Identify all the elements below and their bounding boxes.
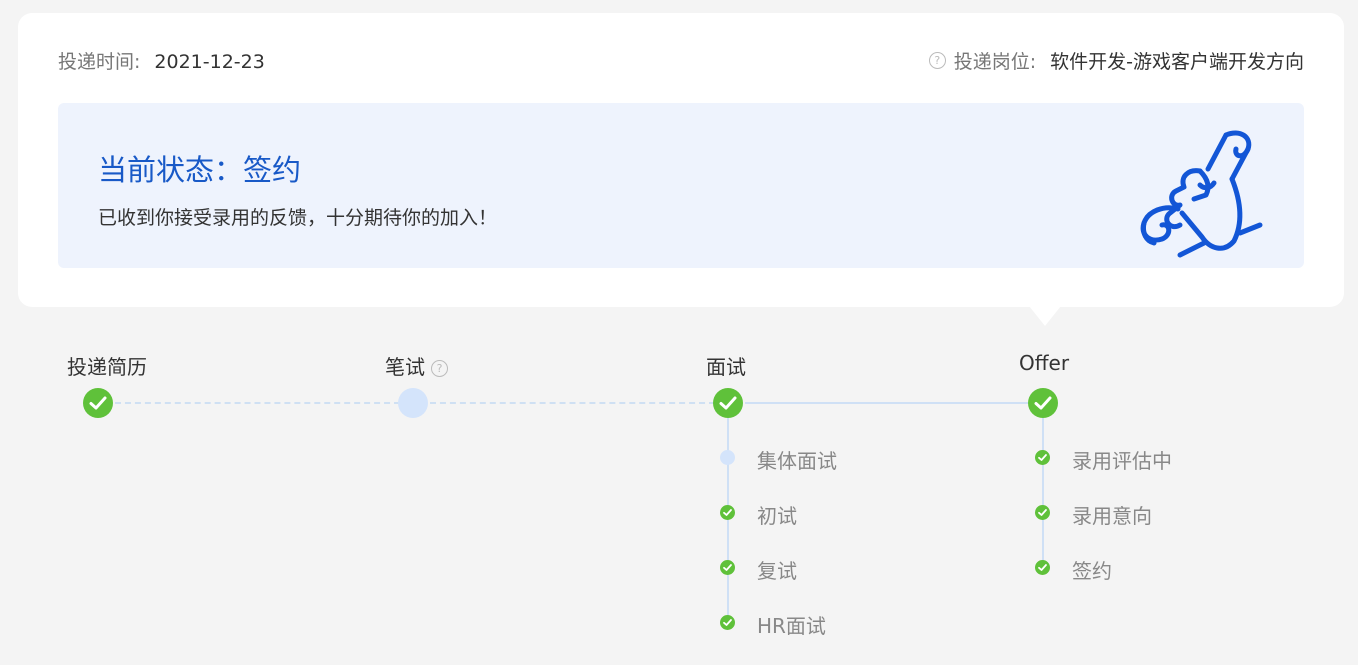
offer-substep-line xyxy=(1042,418,1044,568)
step-label-offer: Offer xyxy=(1019,351,1070,375)
substep-done-check-icon xyxy=(720,560,735,575)
substep-done-check-icon xyxy=(1035,560,1050,575)
step-label-interview: 面试 xyxy=(706,355,746,379)
interview-substep-second: 复试 xyxy=(757,559,797,583)
step-done-check-icon xyxy=(1028,388,1058,418)
applied-position-value: 软件开发-游戏客户端开发方向 xyxy=(1050,51,1304,73)
handshake-scroll-icon xyxy=(1140,130,1263,258)
question-circle-icon[interactable]: ? xyxy=(431,360,448,377)
interview-substep-line xyxy=(727,418,729,622)
application-card: 投递时间: 2021-12-23 ? 投递岗位: 软件开发-游戏客户端开发方向 当前… xyxy=(18,13,1344,307)
applied-position-label: 投递岗位: xyxy=(953,51,1037,73)
status-description: 已收到你接受录用的反馈，十分期待你的加入！ xyxy=(98,207,498,229)
substep-done-check-icon xyxy=(720,615,735,630)
connector-written-interview xyxy=(430,402,715,404)
step-done-check-icon xyxy=(713,388,743,418)
substep-done-check-icon xyxy=(1035,505,1050,520)
offer-substep-evaluation: 录用评估中 xyxy=(1072,449,1172,473)
status-panel: 当前状态：签约 已收到你接受录用的反馈，十分期待你的加入！ xyxy=(58,103,1304,268)
interview-substep-group: 集体面试 xyxy=(757,449,837,473)
step-label-written-test: 笔试? xyxy=(385,351,448,380)
step-label-resume: 投递简历 xyxy=(67,355,147,379)
applied-position: ? 投递岗位: 软件开发-游戏客户端开发方向 xyxy=(928,47,1304,74)
status-pointer xyxy=(1029,306,1061,326)
submit-date-label: 投递时间: xyxy=(58,51,141,73)
offer-substep-intent: 录用意向 xyxy=(1072,504,1152,528)
substep-pending-dot-icon xyxy=(720,450,735,465)
submit-date-value: 2021-12-23 xyxy=(154,51,265,73)
step-label-written-test-text: 笔试 xyxy=(385,355,425,379)
substep-done-check-icon xyxy=(720,505,735,520)
connector-interview-offer xyxy=(745,402,1030,404)
interview-substep-hr: HR面试 xyxy=(757,614,826,638)
offer-substep-signed: 签约 xyxy=(1072,559,1112,583)
connector-resume-written xyxy=(115,402,400,404)
status-title: 当前状态：签约 xyxy=(98,153,302,187)
submit-date: 投递时间: 2021-12-23 xyxy=(58,47,265,74)
step-done-check-icon xyxy=(83,388,113,418)
question-circle-icon[interactable]: ? xyxy=(928,52,946,69)
step-pending-dot-icon xyxy=(398,388,428,418)
interview-substep-first: 初试 xyxy=(757,504,797,528)
substep-done-check-icon xyxy=(1035,450,1050,465)
